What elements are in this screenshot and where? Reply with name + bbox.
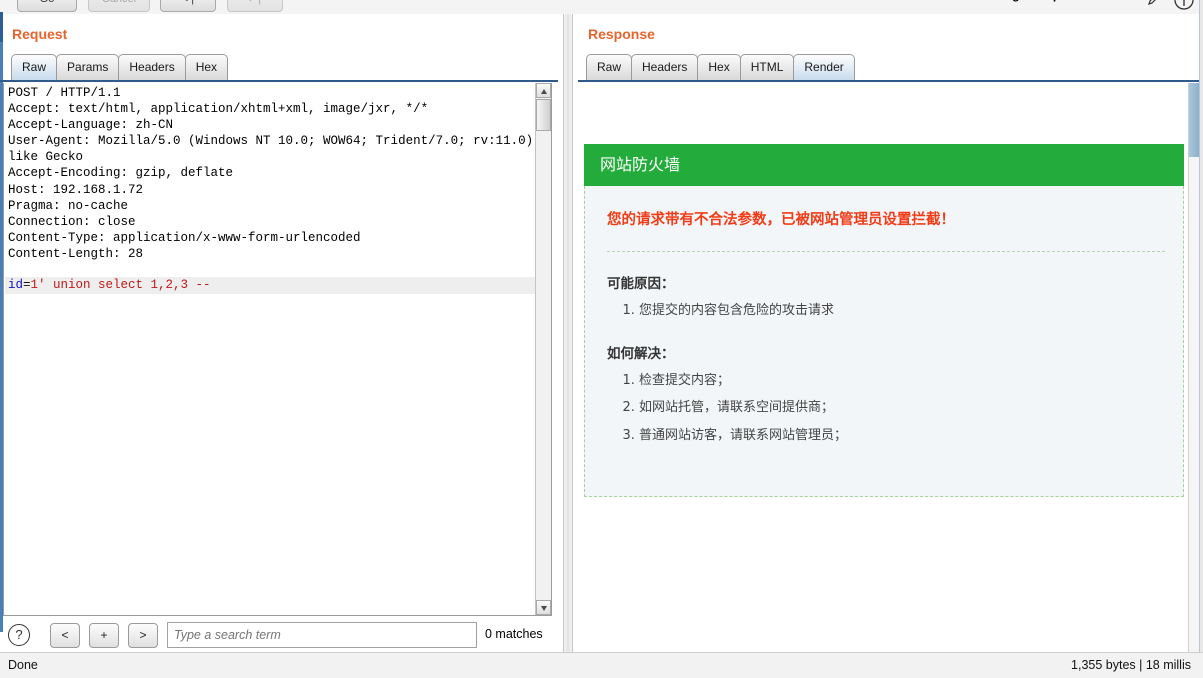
- target-label: Target: http://192.168.1.72: [995, 0, 1142, 2]
- waf-solution-heading: 如何解决：: [607, 345, 675, 362]
- previous-request-button[interactable]: < |: [160, 0, 216, 12]
- response-tabstrip: Raw Headers Hex HTML Render: [586, 54, 855, 80]
- request-raw-editor[interactable]: POST / HTTP/1.1 Accept: text/html, appli…: [3, 83, 552, 616]
- search-next-button[interactable]: >: [128, 623, 158, 648]
- search-matches-count: 0 matches: [485, 627, 543, 641]
- request-search-bar: ? < + > 0 matches: [3, 618, 559, 652]
- status-bar: Done 1,355 bytes | 18 millis: [0, 652, 1203, 678]
- body-param-value: 1' union select 1,2,3 --: [30, 278, 211, 292]
- window-right-edge: [1199, 0, 1203, 652]
- response-render-pane: 网站防火墙 您的请求带有不合法参数，已被网站管理员设置拦截！ 可能原因： 您提交…: [578, 83, 1203, 652]
- response-tab-underline: [578, 80, 1203, 82]
- tab-response-render[interactable]: Render: [793, 54, 855, 80]
- waf-reason-list: 您提交的内容包含危险的攻击请求: [603, 302, 1165, 320]
- body-param-name: id: [8, 278, 24, 292]
- status-message: Done: [8, 658, 38, 672]
- response-stats: 1,355 bytes | 18 millis: [1071, 658, 1191, 672]
- list-item: 检查提交内容；: [639, 372, 1165, 390]
- repeater-toolbar: Go Cancel < | > | Target: http://192.168…: [0, 0, 1203, 14]
- scroll-thumb[interactable]: [536, 99, 551, 131]
- waf-header-title: 网站防火墙: [584, 144, 1184, 186]
- tab-request-headers[interactable]: Headers: [118, 54, 186, 80]
- left-rail-active-strip: [0, 12, 3, 42]
- waf-block-page: 网站防火墙 您的请求带有不合法参数，已被网站管理员设置拦截！ 可能原因： 您提交…: [584, 144, 1184, 498]
- list-item: 如网站托管，请联系空间提供商；: [639, 399, 1165, 417]
- pencil-icon[interactable]: [1147, 0, 1163, 6]
- request-body-line: id=1' union select 1,2,3 --: [5, 277, 537, 294]
- body-equals: =: [23, 278, 31, 292]
- tab-response-html[interactable]: HTML: [739, 54, 795, 80]
- search-add-button[interactable]: +: [89, 623, 119, 648]
- cancel-button[interactable]: Cancel: [88, 0, 150, 12]
- request-tab-underline: [0, 80, 558, 82]
- question-mark-icon[interactable]: ?: [8, 624, 30, 646]
- repeater-window: Go Cancel < | > | Target: http://192.168…: [0, 0, 1203, 678]
- tab-request-raw[interactable]: Raw: [11, 54, 58, 80]
- go-button[interactable]: Go: [17, 0, 77, 12]
- next-request-button[interactable]: > |: [227, 0, 283, 12]
- search-previous-button[interactable]: <: [50, 623, 80, 648]
- waf-reason-heading: 可能原因：: [607, 276, 675, 292]
- tab-request-params[interactable]: Params: [56, 54, 120, 80]
- tab-request-hex[interactable]: Hex: [184, 54, 229, 80]
- list-item: 普通网站访客，请联系网站管理员；: [639, 427, 1165, 445]
- tab-response-raw[interactable]: Raw: [586, 54, 633, 80]
- search-input[interactable]: [167, 622, 477, 648]
- request-raw-headers: POST / HTTP/1.1 Accept: text/html, appli…: [8, 86, 534, 261]
- request-tabstrip: Raw Params Headers Hex: [11, 54, 229, 80]
- tab-response-hex[interactable]: Hex: [697, 54, 741, 80]
- waf-body: 您的请求带有不合法参数，已被网站管理员设置拦截！ 可能原因： 您提交的内容包含危…: [584, 186, 1184, 498]
- scroll-up-button[interactable]: [536, 83, 551, 98]
- request-panel-title: Request: [12, 26, 68, 42]
- waf-solution-list: 检查提交内容； 如网站托管，请联系空间提供商； 普通网站访客，请联系网站管理员；: [603, 372, 1165, 445]
- response-panel-title: Response: [588, 26, 655, 42]
- help-circle-icon[interactable]: [1173, 0, 1195, 11]
- list-item: 您提交的内容包含危险的攻击请求: [639, 302, 1165, 320]
- waf-alert-message: 您的请求带有不合法参数，已被网站管理员设置拦截！: [607, 212, 955, 228]
- waf-divider: [607, 251, 1165, 252]
- scroll-down-button[interactable]: [536, 600, 551, 615]
- panel-splitter[interactable]: [563, 14, 573, 652]
- request-editor-scrollbar[interactable]: [535, 83, 551, 615]
- tab-response-headers[interactable]: Headers: [631, 54, 699, 80]
